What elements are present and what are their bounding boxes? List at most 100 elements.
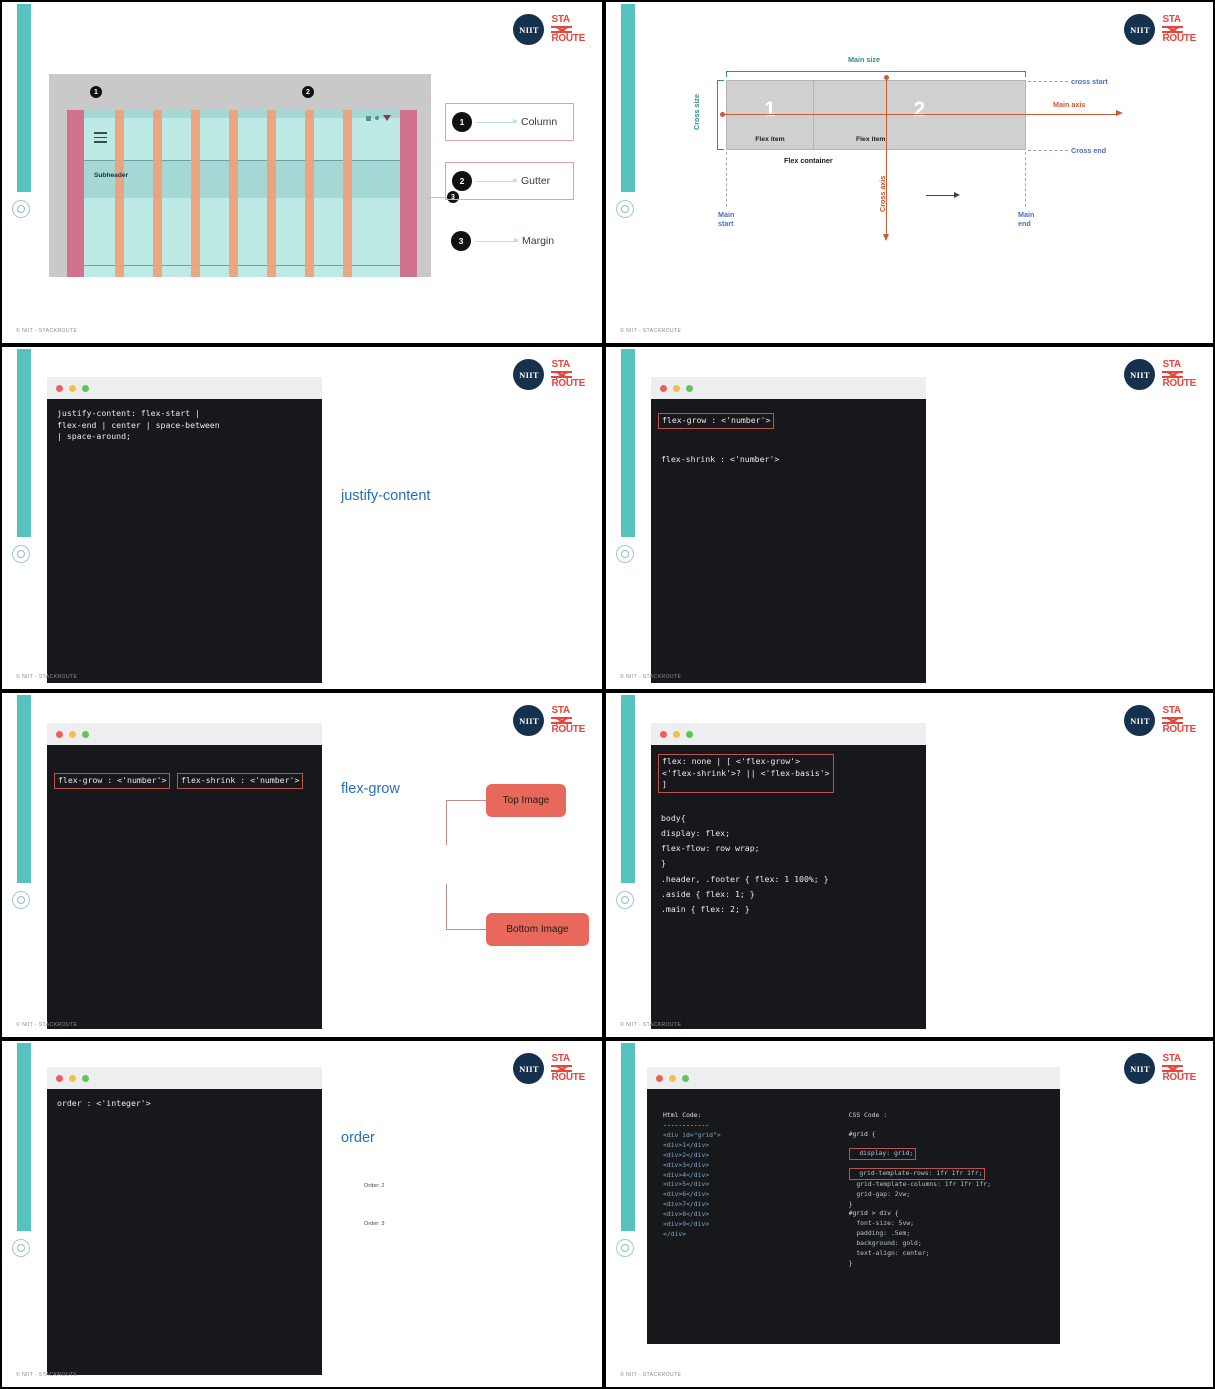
cross-axis-line [886, 76, 888, 236]
connector-bottom [446, 929, 486, 931]
slide-title-flex-grow: flex-grow [341, 781, 400, 797]
code-body-line: } [661, 858, 666, 869]
close-button[interactable] [56, 1074, 63, 1082]
niit-stackroute-logo: NIIT STA ROUTE [1124, 14, 1196, 45]
close-button[interactable] [660, 730, 667, 738]
minimize-button[interactable] [69, 384, 76, 392]
html-code-line: <div>1</div> [663, 1140, 710, 1149]
order-label-2: Order: 2 [364, 1183, 385, 1189]
code-editor-body[interactable]: flex: none | [ <'flex-grow'> <'flex-shri… [651, 745, 926, 1029]
slide-flex-shorthand: NIIT STA ROUTE flex: none | [ <'flex-gro… [606, 693, 1213, 1037]
subheader-label: Subheader [94, 172, 129, 179]
legend-label-column: Column [521, 116, 558, 128]
minimize-button[interactable] [669, 1074, 676, 1082]
label-main-axis: Main axis [1053, 100, 1086, 109]
code-snippet-plain: flex-shrink : <'number'> [661, 453, 780, 464]
order-label-3: Order: 3 [364, 1221, 385, 1227]
teal-accent-bar [621, 349, 635, 537]
slide-footer: © NIIT - STACKROUTE [620, 674, 682, 680]
code-snippet-highlighted: flex: none | [ <'flex-grow'> <'flex-shri… [658, 754, 834, 793]
code-editor-body[interactable]: justify-content: flex-start | flex-end |… [47, 399, 322, 683]
stackroute-logo-top: STA [551, 14, 570, 25]
legend-bullet-1: 1 [452, 112, 472, 132]
code-body-line: .main { flex: 2; } [661, 903, 750, 914]
close-button[interactable] [56, 384, 63, 392]
maximize-button[interactable] [686, 384, 693, 392]
html-code-divider: ------------ [663, 1120, 710, 1129]
code-snippet-highlighted: flex-grow : <'number'> [658, 413, 775, 429]
teal-accent-bar [621, 4, 635, 192]
code-body-line: .aside { flex: 1; } [661, 888, 755, 899]
maximize-button[interactable] [82, 1074, 89, 1082]
header-band [84, 110, 400, 118]
grid-anatomy-diagram: 1 2 Subheader 3 [49, 74, 459, 277]
target-icon [12, 891, 30, 909]
code-editor-body[interactable]: order : <'integer'> [47, 1089, 322, 1375]
minimize-button[interactable] [673, 384, 680, 392]
subheader-band [84, 160, 400, 198]
target-icon [12, 1239, 30, 1257]
maximize-button[interactable] [686, 730, 693, 738]
flex-item-2-caption: Flex item [856, 136, 886, 143]
html-code-line: <div id="grid"> [663, 1130, 721, 1139]
minimize-button[interactable] [69, 730, 76, 738]
label-cross-start: cross start [1071, 77, 1108, 86]
html-code-line: <div>5</div> [663, 1180, 710, 1189]
css-code-line-highlighted: grid-template-rows: 1fr 1fr 1fr; [848, 1167, 986, 1180]
css-code-line: } [848, 1259, 853, 1268]
teal-accent-bar [621, 1043, 635, 1231]
code-window: flex: none | [ <'flex-grow'> <'flex-shri… [651, 723, 926, 1029]
niit-stackroute-logo: NIIT STA ROUTE [513, 705, 585, 736]
callout-top-image: Top Image [486, 784, 566, 817]
legend-item-column: 1 Column [445, 103, 574, 141]
close-button[interactable] [56, 730, 63, 738]
target-icon [12, 545, 30, 563]
hamburger-menu-icon[interactable] [94, 132, 107, 146]
code-editor-body[interactable]: flex-grow : <'number'> flex-shrink : <'n… [651, 399, 926, 683]
flexbox-axis-diagram: Main size Cross size 1 Flex item 2 Flex … [692, 52, 1148, 241]
legend-label-margin: Margin [522, 235, 555, 247]
stackroute-logo-glyph [551, 25, 585, 34]
margin-right [400, 110, 417, 277]
niit-logo-text: NIIT [519, 24, 539, 35]
maximize-button[interactable] [82, 384, 89, 392]
teal-accent-bar [621, 695, 635, 883]
code-window: justify-content: flex-start | flex-end |… [47, 377, 322, 683]
label-flex-container: Flex container [784, 156, 833, 165]
gutter-column [229, 110, 238, 277]
minimize-button[interactable] [673, 730, 680, 738]
code-editor-body[interactable]: Html Code: ------------ <div id="grid"> … [647, 1089, 1060, 1344]
slide-title-justify-content: justify-content [341, 488, 431, 504]
slide-footer: © NIIT - STACKROUTE [16, 1022, 78, 1028]
code-window: Html Code: ------------ <div id="grid"> … [647, 1067, 1060, 1344]
close-button[interactable] [660, 384, 667, 392]
niit-stackroute-logo: NIIT STA ROUTE [513, 1053, 585, 1084]
slide-footer: © NIIT - STACKROUTE [620, 328, 682, 334]
html-code-line: <div>2</div> [663, 1150, 710, 1159]
stackroute-logo-bottom: ROUTE [551, 33, 585, 44]
window-titlebar [651, 377, 926, 399]
minimize-button[interactable] [69, 1074, 76, 1082]
niit-stackroute-logo: NIIT STA ROUTE [1124, 1053, 1196, 1084]
flex-item-1-number: 1 [764, 97, 776, 121]
maximize-button[interactable] [82, 730, 89, 738]
css-code-line: grid-template-columns: 1fr 1fr 1fr; [848, 1179, 991, 1188]
code-editor-body[interactable]: flex-grow : <'number'> flex-shrink : <'n… [47, 745, 322, 1029]
connector-top [446, 800, 486, 802]
code-window: order : <'integer'> [47, 1067, 322, 1375]
html-code-heading: Html Code: [663, 1111, 702, 1119]
stackroute-logo-mark: STA ROUTE [551, 15, 585, 44]
css-code-line: #grid > div { [848, 1209, 899, 1218]
legend-arrow [476, 119, 518, 124]
cross-end-dash [1028, 150, 1068, 151]
close-button[interactable] [656, 1074, 663, 1082]
slide-footer: © NIIT - STACKROUTE [16, 674, 78, 680]
rule-top [84, 160, 400, 161]
slide-justify-content: NIIT STA ROUTE justify-content: flex-sta… [2, 347, 602, 689]
rule-bottom [84, 265, 400, 266]
code-window: flex-grow : <'number'> flex-shrink : <'n… [47, 723, 322, 1029]
niit-stackroute-logo: NIIT STA ROUTE [1124, 359, 1196, 390]
label-main-start: Main start [718, 210, 735, 228]
maximize-button[interactable] [682, 1074, 689, 1082]
connector-bottom-vertical [446, 884, 448, 930]
